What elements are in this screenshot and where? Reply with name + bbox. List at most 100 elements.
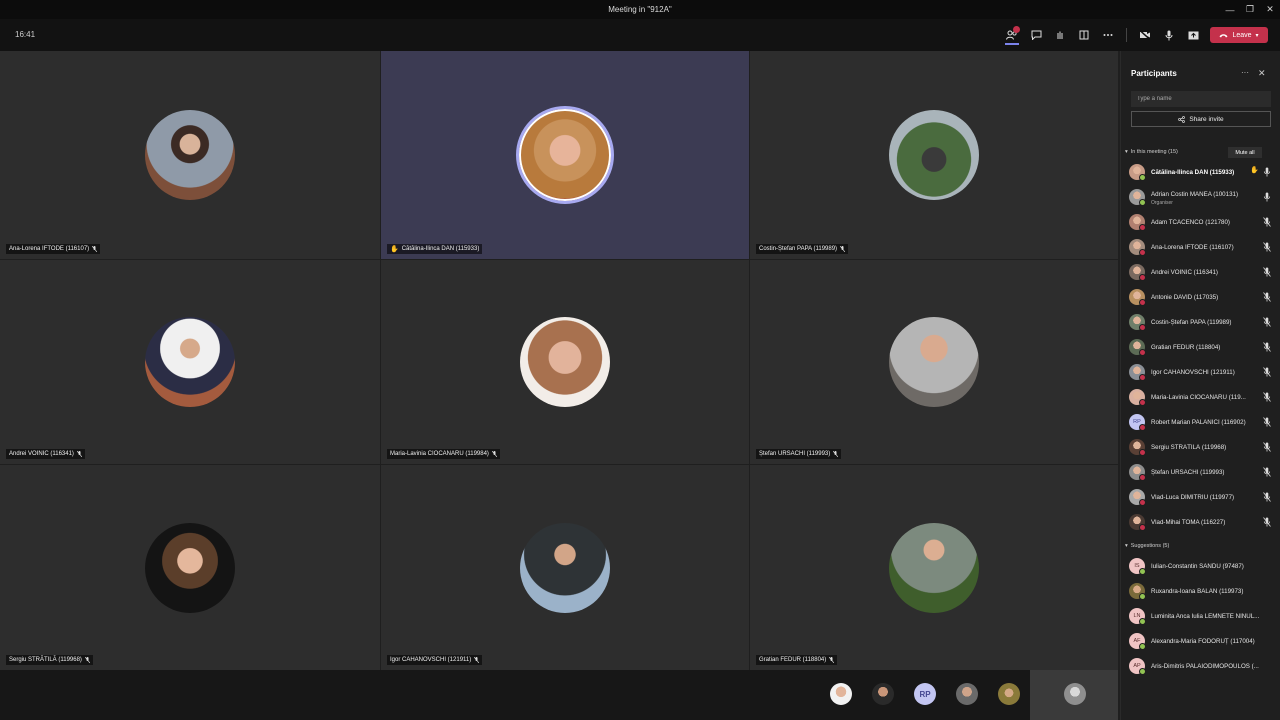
suggestion-name: Iulian-Constantin SANDU (97487) (1151, 562, 1244, 570)
video-tile[interactable]: Costin-Ștefan PAPA (119989) (750, 51, 1118, 259)
reactions-button[interactable] (1048, 25, 1072, 45)
suggestion-row[interactable]: Ruxandra-Ioana BĂLAN (119973) (1129, 581, 1279, 601)
microphone-icon[interactable] (1263, 192, 1271, 202)
participant-avatar (1129, 214, 1146, 231)
video-tile[interactable]: Andrei VOINIC (116341) (0, 260, 380, 464)
strip-avatar[interactable] (872, 683, 894, 705)
strip-avatar-initials[interactable]: RP (914, 683, 936, 705)
chevron-down-icon[interactable]: ▾ (1256, 32, 1259, 39)
participant-row[interactable]: Adrian Costin MANEA (100131) Organiser (1129, 187, 1279, 207)
maximize-button[interactable]: ❐ (1240, 0, 1260, 19)
mic-off-icon[interactable] (1263, 317, 1271, 327)
panel-close-icon[interactable]: ✕ (1258, 68, 1266, 79)
video-tile[interactable]: Gratian FEDUR (118804) (750, 465, 1118, 670)
video-tile[interactable]: Igor CAHANOVSCHI (121911) (381, 465, 749, 670)
participant-row[interactable]: Maria-Lavinia CIOCANARU (119... (1129, 387, 1279, 407)
participant-row[interactable]: Vlad-Mihai TOMA (116227) (1129, 512, 1279, 532)
chat-button[interactable] (1024, 25, 1048, 45)
participant-row[interactable]: Antonie DAVID (117035) (1129, 287, 1279, 307)
strip-avatar[interactable] (998, 683, 1020, 705)
participant-avatar (520, 522, 610, 613)
mic-off-icon[interactable] (1263, 267, 1271, 277)
tile-name-label: Costin-Ștefan PAPA (119989) (756, 244, 849, 254)
suggestion-row[interactable]: AP Aris-Dimitris PALAIODIMOPOULOS (... (1129, 656, 1279, 676)
participant-avatar (1129, 514, 1146, 531)
strip-avatar[interactable] (830, 683, 852, 705)
microphone-icon (1165, 30, 1173, 40)
participant-search-input[interactable] (1131, 91, 1271, 107)
participant-row[interactable]: Igor CAHANOVSCHI (121911) (1129, 362, 1279, 382)
mic-off-icon[interactable] (1263, 517, 1271, 527)
video-tile[interactable]: Sergiu STRĂTILĂ (119968) (0, 465, 380, 670)
participant-row[interactable]: RP Robert Marian PALANICI (116902) (1129, 412, 1279, 432)
participant-row[interactable]: Ana-Lorena IFTODE (116107) (1129, 237, 1279, 257)
video-tile[interactable]: Maria-Lavinia CIOCANARU (119984) (381, 260, 749, 464)
self-view[interactable] (1030, 670, 1118, 720)
mic-off-icon (491, 451, 497, 457)
mic-off-icon[interactable] (1263, 292, 1271, 302)
mute-all-button[interactable]: Mute all (1228, 147, 1262, 158)
participant-avatar (1129, 289, 1146, 306)
participants-button[interactable] (1000, 25, 1024, 45)
participant-row[interactable]: Adam TCACENCO (121780) (1129, 212, 1279, 232)
more-icon (1103, 34, 1113, 36)
suggestion-row[interactable]: IS Iulian-Constantin SANDU (97487) (1129, 556, 1279, 576)
suggestion-avatar: IS (1129, 558, 1146, 575)
rooms-button[interactable] (1072, 25, 1096, 45)
toolbar-divider (1126, 28, 1127, 42)
mic-off-icon[interactable] (1263, 392, 1271, 402)
suggestion-row[interactable]: LN Luminita Anca Iulia LEMNETE NINUL... (1129, 606, 1279, 626)
participant-row[interactable]: Sergiu STRĂTILĂ (119968) (1129, 437, 1279, 457)
participant-role: Organiser (1151, 200, 1173, 206)
suggestions-section-toggle[interactable]: ▾ Suggestions (5) (1125, 543, 1169, 549)
participant-name: Adam TCACENCO (121780) (1151, 218, 1230, 226)
suggestion-name: Aris-Dimitris PALAIODIMOPOULOS (... (1151, 662, 1259, 670)
minimize-button[interactable]: — (1220, 0, 1240, 19)
camera-button[interactable] (1133, 25, 1157, 45)
close-window-button[interactable]: ✕ (1260, 0, 1280, 19)
tile-name-label: Igor CAHANOVSCHI (121911) (387, 655, 483, 665)
leave-button[interactable]: Leave ▾ (1210, 27, 1268, 43)
share-invite-button[interactable]: Share invite (1131, 111, 1271, 127)
mic-off-icon[interactable] (1263, 442, 1271, 452)
participant-row[interactable]: Ștefan URSACHI (119993) (1129, 462, 1279, 482)
tile-name-label: Ștefan URSACHI (119993) (756, 449, 842, 459)
participant-row[interactable]: Vlad-Luca DIMITRIU (119977) (1129, 487, 1279, 507)
mic-off-icon[interactable] (1263, 417, 1271, 427)
participant-name: Andrei VOINIC (116341) (1151, 268, 1218, 276)
panel-more-button[interactable]: ··· (1241, 68, 1249, 77)
participant-row[interactable]: Gratian FEDUR (118804) (1129, 337, 1279, 357)
more-actions-button[interactable] (1096, 25, 1120, 45)
participant-row[interactable]: Cătălina-Ilinca DAN (115933) ✋ (1129, 162, 1279, 182)
suggestion-row[interactable]: AF Alexandra-Maria FODORUȚ (117004) (1129, 631, 1279, 651)
notification-badge (1013, 26, 1020, 33)
participant-row[interactable]: Costin-Ștefan PAPA (119989) (1129, 312, 1279, 332)
chevron-down-icon: ▾ (1125, 149, 1128, 155)
chevron-down-icon: ▾ (1125, 543, 1128, 549)
participant-row[interactable]: Andrei VOINIC (116341) (1129, 262, 1279, 282)
participant-avatar (1129, 439, 1146, 456)
mic-off-icon[interactable] (1263, 492, 1271, 502)
video-tile-active-speaker[interactable]: ✋ Cătălina-Ilinca DAN (115933) (381, 51, 749, 259)
suggestion-avatar (1129, 583, 1146, 600)
participant-avatar (889, 110, 979, 200)
mic-off-icon[interactable] (1263, 217, 1271, 227)
microphone-button[interactable] (1157, 25, 1181, 45)
mic-off-icon[interactable] (1263, 467, 1271, 477)
in-meeting-section-toggle[interactable]: ▾ In this meeting (15) (1125, 149, 1178, 155)
mic-off-icon[interactable] (1263, 367, 1271, 377)
window-title: Meeting in "912A" (608, 5, 672, 14)
suggestion-avatar: AF (1129, 633, 1146, 650)
video-tile[interactable]: Ana-Lorena IFTODE (116107) (0, 51, 380, 259)
mic-off-icon[interactable] (1263, 342, 1271, 352)
mic-off-icon[interactable] (1263, 242, 1271, 252)
participant-avatar (1129, 464, 1146, 481)
participant-name: Vlad-Luca DIMITRIU (119977) (1151, 493, 1235, 501)
share-screen-button[interactable] (1181, 25, 1205, 45)
participant-name: Ștefan URSACHI (119993) (1151, 468, 1225, 476)
strip-avatar[interactable] (956, 683, 978, 705)
participant-name: Adrian Costin MANEA (100131) (1151, 190, 1239, 198)
video-tile[interactable]: Ștefan URSACHI (119993) (750, 260, 1118, 464)
microphone-icon[interactable] (1263, 167, 1271, 177)
participant-name: Cătălina-Ilinca DAN (115933) (1151, 168, 1235, 176)
